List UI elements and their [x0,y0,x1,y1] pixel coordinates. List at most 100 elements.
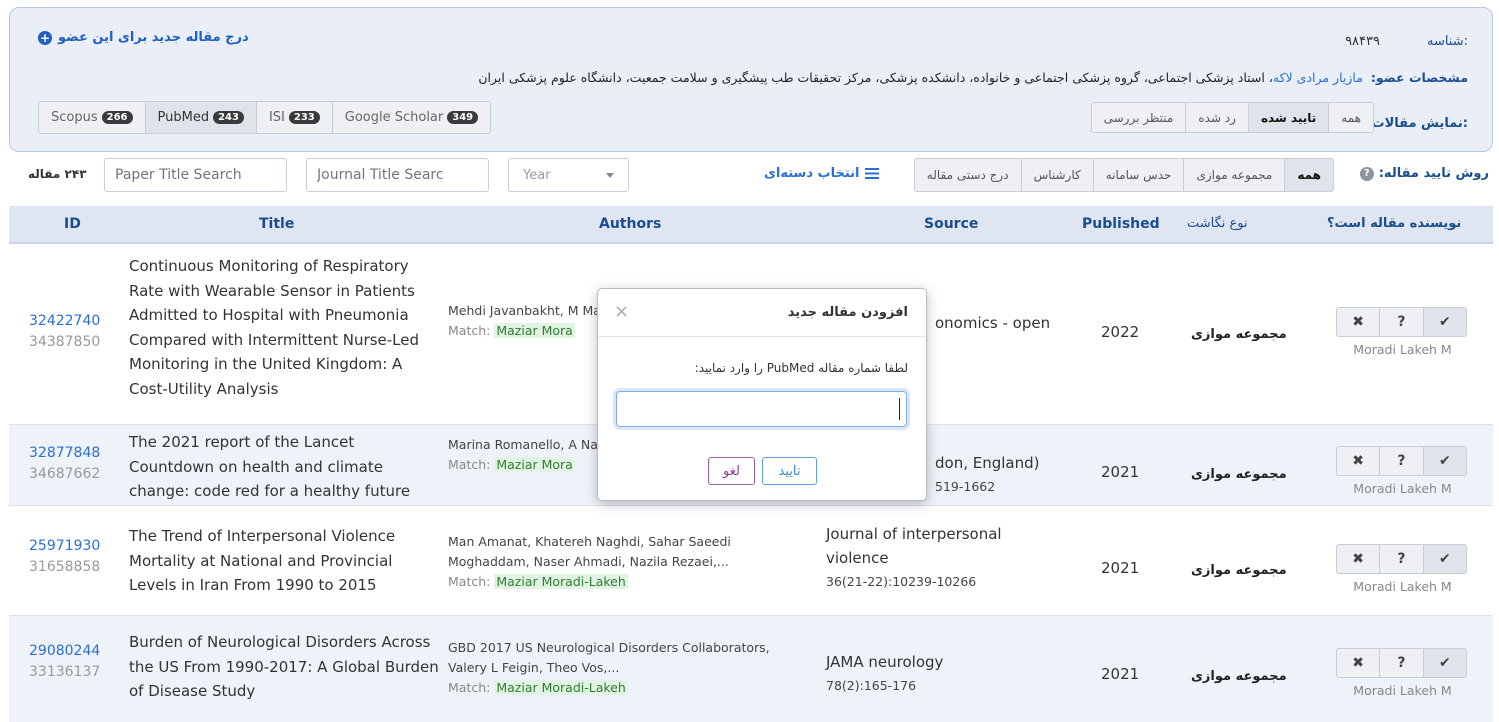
col-published[interactable]: Published [1082,216,1160,232]
published-year: 2021 [1101,463,1140,481]
journal-name: Journal of interpersonal violence [826,525,1002,567]
question-icon[interactable]: ? [1380,308,1424,336]
record-type: مجموعه موازی [1191,669,1287,684]
verify-method-group: همه مجموعه موازی حدس سامانه کارشناس درج … [913,158,1334,192]
show-filter-approved[interactable]: تایید شده [1247,103,1329,132]
check-icon[interactable]: ✔ [1423,545,1466,573]
paper-title-search-input[interactable] [104,158,287,192]
col-id[interactable]: ID [64,216,81,232]
verify-method-text: روش تایید مقاله: [1378,166,1489,181]
method-parallel-set[interactable]: مجموعه موازی [1183,159,1285,191]
article-title: Continuous Monitoring of Respiratory Rat… [129,257,419,398]
primary-id-link[interactable]: 32877848 [29,443,100,464]
matched-author-name: Moradi Lakeh M [1353,579,1452,594]
modal-divider [598,336,926,337]
verify-button-group: ✖ ? ✔ [1336,307,1467,337]
published-year: 2022 [1101,323,1140,341]
journal-pages: 78(2):165-176 [826,678,917,693]
tab-scopus-count: 266 [101,111,133,124]
author-actions: ✖ ? ✔ Moradi Lakeh M [1330,307,1475,357]
journal-name: JAMA neurology [826,653,944,671]
check-icon[interactable]: ✔ [1423,308,1466,336]
close-icon[interactable]: ✖ [1337,308,1381,336]
confirm-button[interactable]: تایید [762,457,817,485]
close-icon[interactable]: ✖ [1337,649,1381,677]
modal-prompt: لطفا شماره مقاله PubMed را وارد نمایید: [694,361,908,375]
col-title[interactable]: Title [259,216,294,232]
article-title: The 2021 report of the Lancet Countdown … [129,433,411,500]
chevron-down-icon [606,172,614,178]
source-cell: JAMA neurology 78(2):165-176 [826,650,1066,698]
match-name: Maziar Moradi-Lakeh [494,680,628,695]
tab-isi[interactable]: ISI 233 [256,102,333,133]
tab-scopus[interactable]: Scopus 266 [39,102,146,133]
year-select-value: Year [523,167,551,183]
question-icon[interactable]: ? [1380,447,1424,475]
member-description: ، استاد پزشکی اجتماعی، گروه پزشکی اجتماع… [478,70,1273,85]
plus-circle-icon: + [38,30,52,45]
cancel-button[interactable]: لغو [708,457,755,485]
method-expert[interactable]: کارشناس [1020,159,1093,191]
primary-id-link[interactable]: 32422740 [29,311,100,332]
source-cell: Journal of interpersonal violence 36(21-… [826,522,1066,594]
method-manual-entry[interactable]: درج دستی مقاله [914,159,1021,191]
show-filter-pending[interactable]: منتظر بررسی [1091,103,1186,132]
published-year: 2021 [1101,559,1140,577]
match-name: Maziar Moradi-Lakeh [494,574,628,589]
year-select[interactable]: Year [508,158,629,192]
col-source[interactable]: Source [924,216,978,232]
matched-author-name: Moradi Lakeh M [1353,342,1452,357]
col-authors[interactable]: Authors [599,216,661,232]
member-info-panel: شناسه: ۹۸۴۳۹ + درج مقاله جدید برای این ع… [9,7,1493,152]
secondary-id: 34387850 [29,334,101,350]
tab-isi-label: ISI [268,110,285,125]
authors-cell: Man Amanat, Khatereh Naghdi, Sahar Saeed… [448,532,808,592]
batch-select-link[interactable]: انتخاب دسته‌ای [764,166,879,181]
close-icon[interactable]: ✖ [1337,545,1381,573]
member-name-link[interactable]: مازیار مرادی لاکه [1273,70,1363,85]
question-icon[interactable]: ? [1380,545,1424,573]
tab-google-scholar[interactable]: Google Scholar 349 [332,102,491,133]
question-icon[interactable]: ? [1380,649,1424,677]
secondary-id: 31658858 [29,559,101,575]
id-cell: 32422740 34387850 [29,311,100,353]
published-year: 2021 [1101,665,1140,683]
record-type: مجموعه موازی [1191,467,1287,482]
show-articles-label: نمایش مقالات: [1371,116,1469,131]
tab-pubmed[interactable]: PubMed 243 [145,102,257,133]
journal-name: onomics - open [935,314,1051,332]
record-type: مجموعه موازی [1191,327,1287,342]
member-details: مشخصات عضو: مازیار مرادی لاکه، استاد پزشک… [478,70,1468,85]
article-title: The Trend of Interpersonal Violence Mort… [129,527,396,594]
tab-google-scholar-label: Google Scholar [344,110,444,125]
help-icon[interactable]: ? [1359,166,1374,181]
pubmed-id-input[interactable] [616,391,907,427]
show-filter-all[interactable]: همه [1328,103,1373,132]
member-label: مشخصات عضو: [1370,70,1468,85]
authors-list: GBD 2017 US Neurological Disorders Colla… [448,640,770,675]
primary-id-link[interactable]: 29080244 [29,641,100,662]
col-is-author: نویسنده مقاله است؟ [1327,216,1462,231]
table-header: ID Title Authors Source Published نوع نگ… [9,206,1493,244]
primary-id-link[interactable]: 25971930 [29,536,100,557]
method-system-guess[interactable]: حدس سامانه [1092,159,1184,191]
tab-isi-count: 233 [288,111,320,124]
match-label: Match: [448,457,491,472]
table-row: 25971930 31658858 The Trend of Interpers… [9,506,1493,616]
match-name: Maziar Mora [494,323,575,338]
authors-cell: GBD 2017 US Neurological Disorders Colla… [448,638,808,698]
show-filter-rejected[interactable]: رد شده [1185,103,1248,132]
database-tabs: Scopus 266 PubMed 243 ISI 233 Google Sch… [38,101,492,134]
check-icon[interactable]: ✔ [1423,447,1466,475]
check-icon[interactable]: ✔ [1423,649,1466,677]
close-icon[interactable]: × [614,301,629,322]
batch-select-label: انتخاب دسته‌ای [764,166,860,181]
journal-title-search-input[interactable] [306,158,489,192]
method-all[interactable]: همه [1284,159,1333,191]
author-actions: ✖ ? ✔ Moradi Lakeh M [1330,544,1475,594]
add-article-label: درج مقاله جدید برای این عضو [58,30,249,45]
close-icon[interactable]: ✖ [1337,447,1381,475]
add-article-link[interactable]: + درج مقاله جدید برای این عضو [38,30,249,45]
match-label: Match: [448,574,491,589]
secondary-id: 34687662 [29,466,101,482]
